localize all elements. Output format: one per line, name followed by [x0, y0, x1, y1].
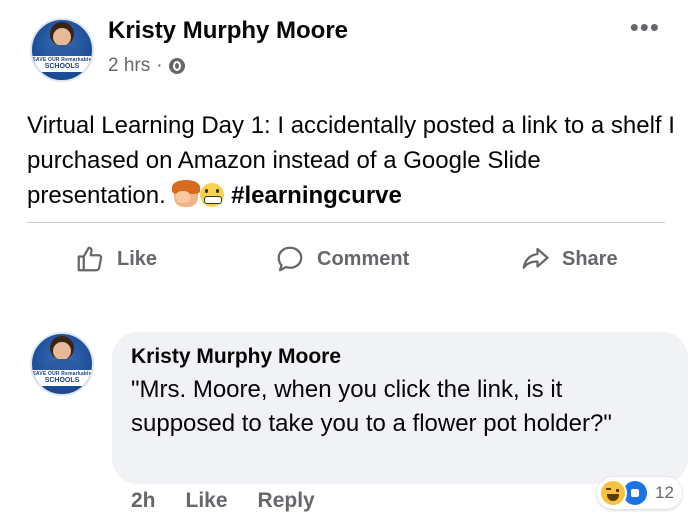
comment-timestamp[interactable]: 2h	[131, 489, 156, 513]
avatar-badge: SAVE OUR Remarkable SCHOOLS	[32, 369, 92, 386]
hashtag-link[interactable]: #learningcurve	[231, 182, 402, 209]
comment-button[interactable]: Comment	[275, 244, 409, 274]
avatar-badge: SAVE OUR Remarkable SCHOOLS	[32, 55, 92, 72]
meta-separator: ·	[156, 55, 163, 76]
grimace-emoji-icon	[200, 183, 225, 207]
share-arrow-icon	[522, 247, 549, 269]
haha-reaction-icon	[599, 479, 627, 507]
share-label: Share	[562, 247, 618, 270]
comment-meta: 2h Like Reply	[131, 489, 315, 513]
reaction-count: 12	[655, 483, 674, 502]
comment-label: Comment	[317, 247, 410, 270]
more-options-icon[interactable]: •••	[630, 14, 660, 40]
comment-like-link[interactable]: Like	[186, 489, 228, 513]
post-actions-bar: Like Comment Share	[0, 240, 700, 280]
post-text: Virtual Learning Day 1: I accidentally p…	[27, 108, 677, 213]
like-button[interactable]: Like	[75, 244, 157, 274]
thumbs-up-icon	[77, 246, 103, 272]
facepalm-emoji-icon	[172, 180, 201, 207]
comment-text: "Mrs. Moore, when you click the link, is…	[131, 376, 612, 437]
like-label: Like	[117, 247, 158, 270]
comment-reply-link[interactable]: Reply	[258, 489, 315, 513]
reaction-summary[interactable]: 12	[597, 477, 682, 509]
globe-icon[interactable]	[168, 58, 185, 74]
comment-avatar[interactable]: SAVE OUR Remarkable SCHOOLS	[30, 332, 94, 396]
actions-divider	[27, 222, 665, 223]
post-meta: 2 hrs ·	[108, 55, 185, 77]
share-button[interactable]: Share	[520, 244, 618, 274]
comment-bubble-icon	[277, 246, 303, 272]
post-author-name[interactable]: Kristy Murphy Moore	[108, 17, 348, 45]
post-timestamp[interactable]: 2 hrs	[108, 55, 150, 77]
post-avatar[interactable]: SAVE OUR Remarkable SCHOOLS	[30, 18, 94, 82]
comment-author-name[interactable]: Kristy Murphy Moore	[131, 345, 341, 369]
